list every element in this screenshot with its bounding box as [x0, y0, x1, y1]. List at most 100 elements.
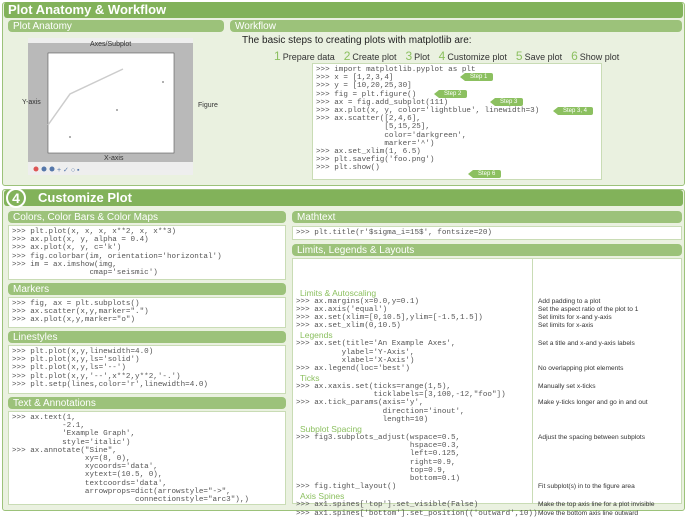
step-number: 1 — [274, 49, 281, 63]
linestyles-header: Linestyles — [8, 331, 286, 343]
limits-row: >>> fig.tight_layout() Fit subplot(s) in … — [296, 483, 678, 491]
limits-row: >>> fig3.subplots_adjust(wspace=0.5, hsp… — [296, 434, 678, 483]
subsection-title: Ticks — [300, 373, 320, 384]
code-line: >>> ax = fig.add_subplot(111) — [316, 98, 449, 107]
step-label: Prepare data — [282, 52, 335, 62]
code-line: >>> import matplotlib.pyplot as plt — [316, 66, 476, 74]
code-line: >>> plt.setp(lines,color='r',linewidth=4… — [12, 380, 208, 389]
limits-row: >>> ax.margins(x=0.0,y=0.1) Add padding t… — [296, 298, 678, 306]
code-line: xy=(8, 0), — [12, 454, 131, 463]
code-line: >>> ax.plot(x, y, alpha = 0.4) — [12, 236, 149, 245]
row-description: Make y-ticks longer and go in and out — [538, 399, 648, 407]
subsection-title: Axis Spines — [300, 491, 345, 502]
code-line: cmap='seismic') — [12, 268, 158, 277]
subsection-title: Subplot Spacing — [300, 424, 362, 435]
code-line: [5,15,25], — [316, 123, 430, 132]
colors-code: >>> plt.plot(x, x, x, x**2, x, x**3) >>> … — [8, 225, 286, 280]
code-line: >>> plt.show() — [316, 164, 380, 173]
customize-title: Customize Plot — [38, 190, 132, 205]
step-tag: Step 6 — [467, 170, 502, 178]
workflow-step: 6 Show plot — [571, 49, 619, 63]
limits-row: >>> ax.legend(loc='best') No overlapping … — [296, 365, 678, 373]
code-line: color='darkgreen', — [316, 131, 467, 140]
row-description: Set the aspect ratio of the plot to 1 — [538, 305, 639, 313]
x-axis-label: X-axis — [104, 155, 124, 162]
code-line: >>> fig.colorbar(im, orientation='horizo… — [12, 252, 222, 261]
code-line: >>> ax.annotate("Sine", — [12, 446, 117, 455]
code-line: -2.1, — [12, 422, 85, 431]
step-label: Plot — [414, 52, 430, 62]
step-label: Save plot — [524, 52, 563, 62]
limits-row: >>> ax1.spines['top'].set_visible(False)… — [296, 501, 678, 509]
svg-text:+ ✓ ○ ▪: + ✓ ○ ▪ — [57, 167, 80, 174]
step-tag: Step 3 — [489, 98, 524, 106]
figure-label: Figure — [198, 102, 218, 109]
code-line: >>> plt.plot(x,y,linewidth=4.0) — [12, 348, 154, 356]
code-line: ticklabels=[3,100,-12,"foo"]) — [296, 391, 506, 400]
limits-row: >>> ax1.spines['bottom'].set_position(('… — [296, 510, 678, 518]
limits-row: >>> ax.axis('equal') Set the aspect ratio… — [296, 306, 678, 314]
limits-row: >>> ax.set_xlim(0,10.5) Set limits for x-… — [296, 322, 678, 330]
code-line: textcoords='data', — [12, 479, 167, 488]
markers-header: Markers — [8, 283, 286, 295]
step-number: 5 — [515, 49, 523, 63]
workflow-panel: Workflow The basic steps to creating plo… — [230, 20, 682, 182]
code-line: right=0.9, — [296, 458, 456, 467]
linestyles-code: >>> plt.plot(x,y,linewidth=4.0) >>> plt.p… — [8, 345, 286, 394]
limits-row: >>> ax.set(xlim=[0,10.5],ylim=[-1.5,1.5]… — [296, 314, 678, 322]
text-annotations-header: Text & Annotations — [8, 397, 286, 409]
step-number: 2 — [343, 49, 351, 63]
row-description: Set limits for x-and y-axis — [538, 313, 612, 321]
row-description: Move the bottom axis line outward — [538, 509, 639, 517]
code-line: arrowprops=dict(arrowstyle="->", — [12, 487, 231, 496]
step-number: 4 — [438, 49, 446, 63]
limits-header: Limits, Legends & Layouts — [292, 244, 682, 256]
plot-anatomy-header: Plot Anatomy — [8, 20, 224, 32]
limits-code: Limits & Autoscaling >>> ax.margins(x=0.0… — [292, 258, 682, 518]
code-line: connectionstyle="arc3"),) — [12, 495, 249, 504]
step-label: Create plot — [352, 52, 397, 62]
step-number: 6 — [571, 49, 578, 63]
section-title: Plot Anatomy & Workflow — [4, 2, 683, 18]
code-line: >>> x = [1,2,3,4] — [316, 74, 394, 83]
workflow-step: 4 Customize plot — [439, 49, 507, 63]
step-number: 3 — [405, 49, 413, 63]
code-line: top=0.9, — [296, 466, 447, 475]
workflow-code: >>> import matplotlib.pyplot as plt >>> x… — [312, 63, 602, 180]
code-line: >>> plt.plot(x,y,ls='solid') — [12, 356, 140, 365]
workflow-intro: The basic steps to creating plots with m… — [242, 35, 472, 46]
subsection-title: Legends — [300, 330, 333, 341]
workflow-header: Workflow — [230, 20, 682, 32]
code-line: >>> plt.savefig('foo.png') — [316, 156, 435, 165]
code-line: >>> ax.set_xlim(1, 6.5) — [316, 147, 421, 156]
row-description: Manually set x-ticks — [538, 383, 596, 391]
row-description: Make the top axis line for a plot invisi… — [538, 501, 655, 509]
workflow-step: 5 Save plot — [516, 49, 562, 63]
workflow-step: 2 Create plot — [344, 49, 397, 63]
code-line: 'Example Graph', — [12, 430, 136, 439]
code-line: >>> plt.plot(x,y,'--',x**2,y**2,'-.') — [12, 372, 181, 381]
mathtext-header: Mathtext — [292, 211, 682, 223]
y-axis-label: Y-axis — [22, 99, 41, 106]
code-line: length=10) — [296, 415, 429, 424]
right-column: Mathtext >>> plt.title(r'$sigma_i=15$', … — [292, 211, 682, 518]
code-line: >>> fig, ax = plt.subplots() — [12, 300, 140, 308]
code-line: left=0.125, — [296, 450, 461, 459]
row-description: Set a title and x-and y-axis labels — [538, 340, 635, 348]
colors-header: Colors, Color Bars & Color Maps — [8, 211, 286, 223]
mathtext-code: >>> plt.title(r'$sigma_i=15$', fontsize=… — [292, 226, 682, 240]
code-line: marker='^') — [316, 139, 435, 148]
plot-anatomy-panel: Plot Anatomy + ✓ ○ ▪ Axes/Subplot X-axis… — [8, 20, 224, 182]
code-line: >>> plt.plot(x,y,ls='--') — [12, 364, 126, 373]
left-column: Colors, Color Bars & Color Maps >>> plt.… — [8, 211, 286, 505]
code-line: xytext=(10.5, 0), — [12, 471, 163, 480]
row-description: Add padding to a plot — [538, 297, 601, 305]
code-line: ylabel='Y-Axis', — [296, 348, 415, 357]
step-tag: Step 1 — [459, 73, 494, 81]
row-description: No overlapping plot elements — [538, 364, 624, 372]
limits-row: >>> ax.xaxis.set(ticks=range(1,5), tickl… — [296, 383, 678, 399]
step-label: Customize plot — [447, 52, 507, 62]
code-line: style='italic') — [12, 438, 131, 447]
code-line: >>> ax.scatter(x,y,marker=".") — [12, 308, 149, 317]
code-line: direction='inout', — [296, 407, 465, 416]
